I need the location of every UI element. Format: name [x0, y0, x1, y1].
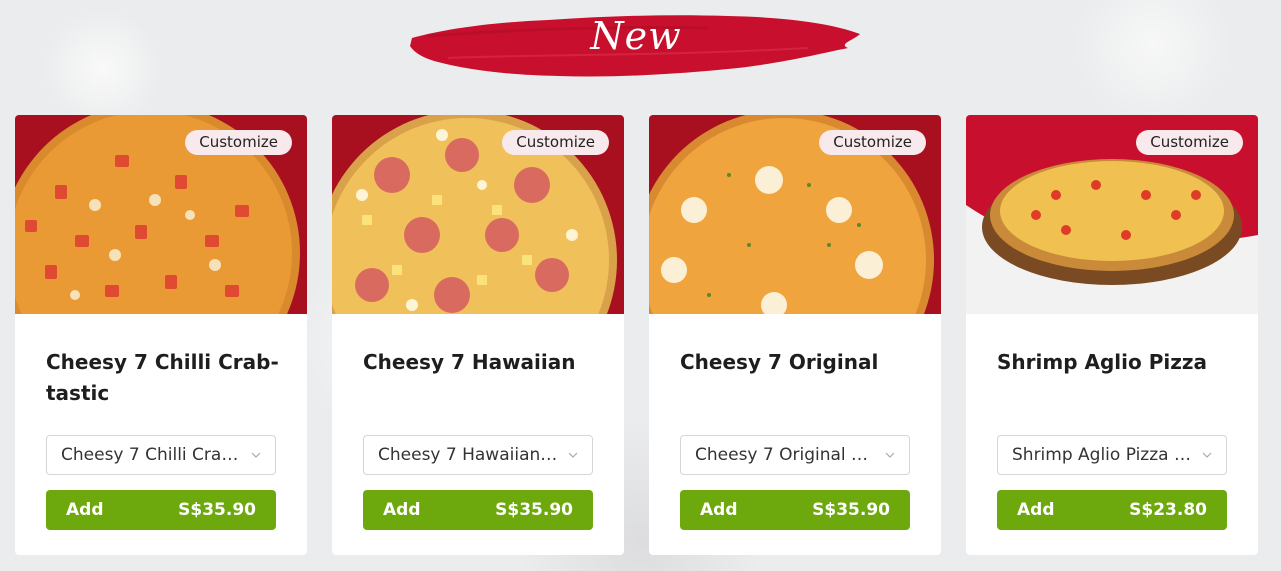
- size-crust-select[interactable]: Cheesy 7 Chilli Crab…: [46, 435, 276, 475]
- add-label: Add: [700, 500, 738, 520]
- select-value: Cheesy 7 Chilli Crab…: [61, 445, 250, 465]
- product-card: Customize Shrimp Aglio Pizza Shrimp Agli…: [966, 115, 1258, 555]
- chevron-down-icon: [568, 452, 578, 458]
- product-card: Customize Cheesy 7 Hawaiian Cheesy 7 Haw…: [332, 115, 624, 555]
- price: S$35.90: [812, 500, 890, 520]
- add-label: Add: [1017, 500, 1055, 520]
- size-crust-select[interactable]: Cheesy 7 Original Pi…: [680, 435, 910, 475]
- product-name: Cheesy 7 Hawaiian: [363, 350, 576, 374]
- product-image[interactable]: Customize: [649, 115, 941, 314]
- price: S$35.90: [495, 500, 573, 520]
- add-to-cart-button[interactable]: Add S$23.80: [997, 490, 1227, 530]
- size-crust-select[interactable]: Cheesy 7 Hawaiian …: [363, 435, 593, 475]
- product-image[interactable]: Customize: [15, 115, 307, 314]
- add-label: Add: [383, 500, 421, 520]
- customize-button[interactable]: Customize: [185, 130, 292, 155]
- product-name: Cheesy 7 Original: [680, 350, 879, 374]
- chevron-down-icon: [885, 452, 895, 458]
- add-label: Add: [66, 500, 104, 520]
- price: S$35.90: [178, 500, 256, 520]
- select-value: Cheesy 7 Original Pi…: [695, 445, 883, 465]
- price: S$23.80: [1129, 500, 1207, 520]
- customize-button[interactable]: Customize: [819, 130, 926, 155]
- product-name: Cheesy 7 Chilli Crab-tastic: [46, 350, 279, 405]
- customize-button[interactable]: Customize: [502, 130, 609, 155]
- select-value: Shrimp Aglio Pizza R…: [1012, 445, 1203, 465]
- add-to-cart-button[interactable]: Add S$35.90: [680, 490, 910, 530]
- size-crust-select[interactable]: Shrimp Aglio Pizza R…: [997, 435, 1227, 475]
- new-banner: New: [408, 8, 864, 84]
- select-value: Cheesy 7 Hawaiian …: [378, 445, 563, 465]
- product-name: Shrimp Aglio Pizza: [997, 350, 1207, 374]
- add-to-cart-button[interactable]: Add S$35.90: [46, 490, 276, 530]
- product-image[interactable]: Customize: [966, 115, 1258, 314]
- product-card: Customize Cheesy 7 Chilli Crab-tastic Ch…: [15, 115, 307, 555]
- product-image[interactable]: Customize: [332, 115, 624, 314]
- customize-button[interactable]: Customize: [1136, 130, 1243, 155]
- product-card: Customize Cheesy 7 Original Cheesy 7 Ori…: [649, 115, 941, 555]
- chevron-down-icon: [251, 452, 261, 458]
- add-to-cart-button[interactable]: Add S$35.90: [363, 490, 593, 530]
- chevron-down-icon: [1202, 452, 1212, 458]
- banner-title: New: [590, 14, 682, 58]
